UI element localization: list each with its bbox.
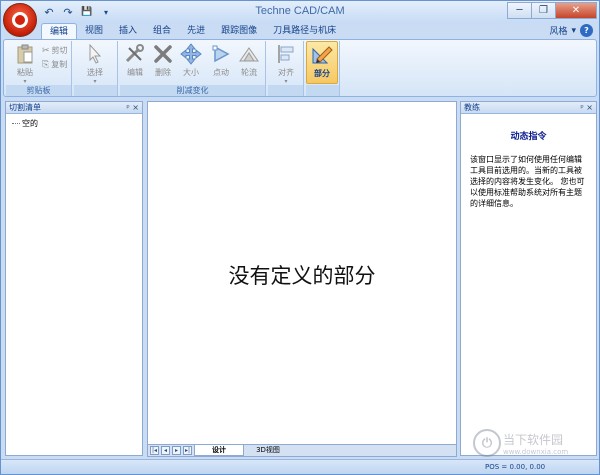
select-label: 选择 [87, 68, 103, 77]
group-clipboard: 粘贴 ▾ ✂ 剪切 ⎘ 复制 剪贴板 [6, 41, 72, 96]
status-bar: POS = 0.00, 0.00 [1, 459, 599, 474]
copy-button[interactable]: ⎘ 复制 [42, 59, 67, 70]
play-node-icon [208, 43, 234, 65]
nav-next-button[interactable]: ▸ [172, 446, 181, 455]
tab-insert[interactable]: 插入 [111, 23, 145, 39]
ribbon-panel: 粘贴 ▾ ✂ 剪切 ⎘ 复制 剪贴板 选择 ▾ 编辑 删除 大小 点动 轮流 削… [3, 39, 597, 97]
window-controls: ─ ❐ ✕ [507, 2, 597, 19]
tree-item-label: 空的 [22, 119, 38, 128]
style-menu[interactable]: 风格 [549, 24, 567, 37]
paste-icon [12, 43, 38, 65]
pane-pin-close-icon[interactable]: ᵖ × [126, 102, 139, 114]
tab-advanced[interactable]: 先进 [179, 23, 213, 39]
group-align-label [268, 85, 303, 96]
nav-first-button[interactable]: |◂ [150, 446, 159, 455]
delete-label: 删除 [155, 68, 171, 77]
flow-label: 轮流 [241, 68, 257, 77]
nav-last-button[interactable]: ▸| [183, 446, 192, 455]
tab-toolpath-machine[interactable]: 刀具路径与机床 [265, 23, 344, 39]
coach-pin-close-icon[interactable]: ᵖ × [580, 102, 593, 114]
edit-label: 编辑 [127, 68, 143, 77]
canvas-bottom-bar: |◂ ◂ ▸ ▸| 设计 3D视图 [148, 444, 456, 456]
paste-button[interactable]: 粘贴 ▾ [12, 43, 38, 85]
group-cut-change-label: 削减变化 [120, 85, 265, 96]
part-ruler-pencil-icon [309, 44, 335, 66]
dynamic-instructions-heading: 动态指令 [510, 132, 547, 142]
move-arrows-icon [178, 43, 204, 65]
minimize-button[interactable]: ─ [507, 2, 532, 19]
group-part: 部分 [306, 41, 340, 96]
flow-button[interactable]: 轮流 [236, 43, 262, 78]
cut-list-pane: 切割清单 ᵖ × 空的 [5, 101, 143, 456]
title-bar: ↶ ↷ 💾 ▾ Techne CAD/CAM ─ ❐ ✕ [1, 1, 599, 23]
no-part-defined-message: 没有定义的部分 [228, 264, 376, 288]
close-button[interactable]: ✕ [555, 2, 597, 19]
tab-edit[interactable]: 编辑 [41, 23, 78, 39]
align-icon [273, 43, 299, 65]
group-clipboard-label: 剪贴板 [6, 85, 71, 96]
orb-logo-center [15, 15, 25, 25]
select-button[interactable]: 选择 ▾ [82, 43, 108, 85]
contour-shape-icon [236, 43, 262, 65]
group-select-label [74, 85, 117, 96]
size-button[interactable]: 大小 [178, 43, 204, 78]
ribbon-tabs: 编辑 视图 插入 组合 先进 跟踪图像 刀具路径与机床 [41, 23, 344, 39]
coach-pane: 教练 ᵖ × 动态指令 该窗口显示了如何使用任何编辑工具目前选用的。当新的工具被… [460, 101, 597, 456]
site-watermark: ⏻ 当下软件园 www.downxia.com [473, 429, 568, 457]
watermark-text-block: 当下软件园 www.downxia.com [503, 431, 568, 456]
watermark-logo-icon: ⏻ [473, 429, 501, 457]
application-window: ↶ ↷ 💾 ▾ Techne CAD/CAM ─ ❐ ✕ 编辑 视图 插入 组合… [0, 0, 600, 475]
align-dropdown-icon: ▾ [284, 78, 288, 85]
tree-connector [12, 119, 20, 124]
size-label: 大小 [183, 68, 199, 77]
design-canvas[interactable]: 没有定义的部分 |◂ ◂ ▸ ▸| 设计 3D视图 [147, 101, 457, 457]
ribbon-right-controls: 风格 ▾ ? [549, 24, 593, 37]
tab-design-view[interactable]: 设计 [194, 445, 244, 456]
nav-prev-button[interactable]: ◂ [161, 446, 170, 455]
delete-x-icon [150, 43, 176, 65]
cursor-position-readout: POS = 0.00, 0.00 [485, 463, 546, 471]
restore-button[interactable]: ❐ [531, 2, 556, 19]
dynamic-instructions-text: 该窗口显示了如何使用任何编辑工具目前选用的。当新的工具被选择的内容将发生变化。 … [470, 155, 585, 208]
tab-3d-view[interactable]: 3D视图 [246, 445, 290, 456]
cut-list-title-label: 切割清单 [9, 103, 41, 112]
point-button[interactable]: 点动 [208, 43, 234, 78]
part-label: 部分 [314, 69, 330, 78]
align-button[interactable]: 对齐 ▾ [273, 43, 299, 85]
tab-combine[interactable]: 组合 [145, 23, 179, 39]
paste-dropdown-icon: ▾ [23, 78, 27, 85]
scissors-icon: ✂ [42, 45, 50, 56]
tab-view[interactable]: 视图 [77, 23, 111, 39]
group-select: 选择 ▾ [74, 41, 118, 96]
group-align: 对齐 ▾ [268, 41, 304, 96]
application-menu-button[interactable] [3, 3, 37, 37]
watermark-url: www.downxia.com [503, 447, 569, 456]
edit-tools-icon [122, 43, 148, 65]
watermark-text: 当下软件园 [503, 432, 564, 447]
cut-list-pane-title: 切割清单 ᵖ × [6, 102, 142, 114]
coach-title-label: 教练 [464, 103, 480, 112]
coach-pane-title: 教练 ᵖ × [461, 102, 596, 114]
select-dropdown-icon: ▾ [93, 78, 97, 85]
group-cut-change: 编辑 删除 大小 点动 轮流 削减变化 [120, 41, 266, 96]
cut-label: 剪切 [51, 46, 68, 55]
copy-label: 复制 [51, 60, 68, 69]
tree-item-empty[interactable]: 空的 [12, 118, 38, 129]
paste-label: 粘贴 [17, 68, 33, 77]
part-inner: 部分 [309, 44, 335, 79]
group-part-label [306, 85, 339, 96]
help-icon[interactable]: ? [580, 24, 593, 37]
point-label: 点动 [213, 68, 229, 77]
cursor-arrow-icon [82, 43, 108, 65]
cut-button[interactable]: ✂ 剪切 [42, 45, 68, 56]
align-label: 对齐 [278, 68, 294, 77]
style-dropdown-icon[interactable]: ▾ [571, 26, 576, 36]
tab-trace-image[interactable]: 跟踪图像 [213, 23, 265, 39]
part-button[interactable]: 部分 [306, 41, 338, 84]
copy-icon: ⎘ [42, 59, 50, 70]
delete-button[interactable]: 删除 [150, 43, 176, 78]
edit-button[interactable]: 编辑 [122, 43, 148, 78]
